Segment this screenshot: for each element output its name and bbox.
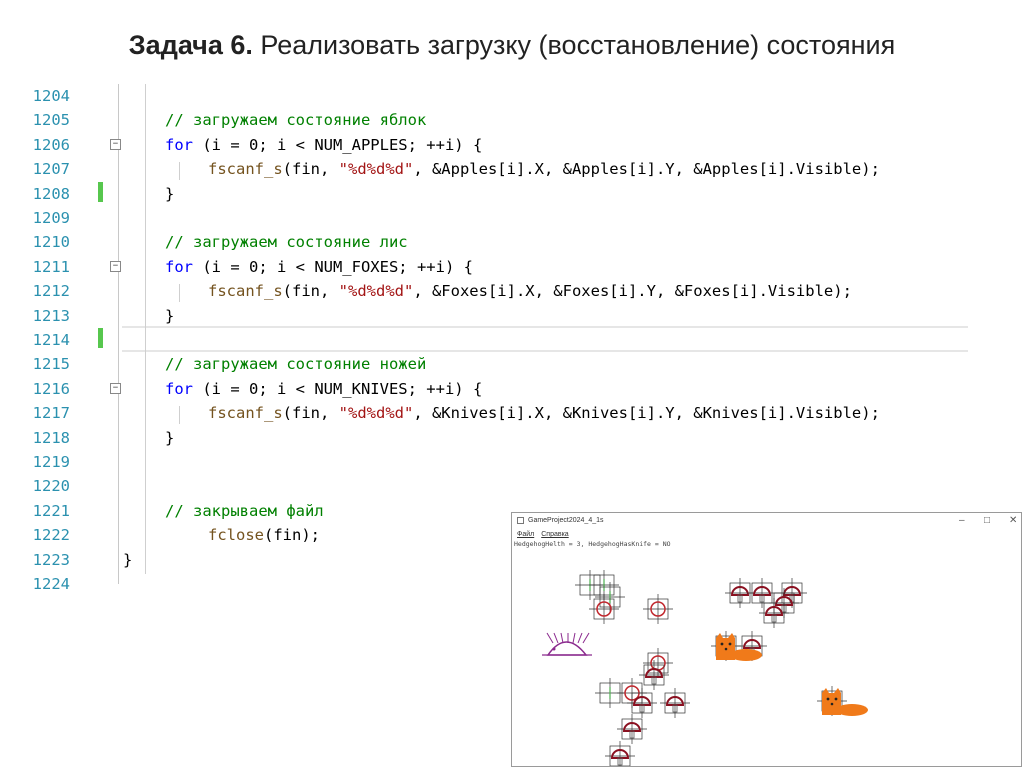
line-number: 1214 <box>32 331 70 349</box>
game-window[interactable]: GameProject2024_4_1s – □ ✕ Файл Справка H… <box>511 512 1022 767</box>
code-text: } <box>165 184 175 203</box>
line-number: 1223 <box>32 550 70 569</box>
hedgehog-spike-icon <box>577 632 583 644</box>
code-line[interactable]: 1214 <box>22 328 972 352</box>
code-text: } <box>165 428 175 447</box>
line-number: 1220 <box>32 477 70 496</box>
line-number: 1221 <box>32 501 70 520</box>
line-number: 1211 <box>32 257 70 276</box>
line-number: 1218 <box>32 428 70 447</box>
fox-eye-icon <box>834 697 838 701</box>
knife-sprite <box>759 598 789 628</box>
code-line[interactable]: 1218} <box>22 426 972 450</box>
code-text: fscanf_s(fin, "%d%d%d", &Apples[i].X, &A… <box>208 160 880 179</box>
code-line[interactable]: 1209 <box>22 206 972 230</box>
line-number: 1206 <box>32 135 70 154</box>
line-number: 1217 <box>32 404 70 423</box>
hedgehog-eye-icon <box>552 647 556 651</box>
slide-title: Задача 6. Реализовать загрузку (восстано… <box>0 30 1024 61</box>
code-line[interactable]: 1219 <box>22 450 972 474</box>
line-number: 1219 <box>32 453 70 471</box>
game-canvas[interactable] <box>512 513 1022 767</box>
code-text: fclose(fin); <box>208 526 320 545</box>
fox-ear-icon <box>834 688 841 693</box>
line-number: 1222 <box>32 526 70 545</box>
line-number: 1207 <box>32 160 70 179</box>
code-line[interactable]: 1213} <box>22 304 972 328</box>
code-line[interactable]: 1207 fscanf_s(fin, "%d%d%d", &Apples[i].X… <box>22 157 972 181</box>
fox-ear-icon <box>716 633 723 638</box>
code-line[interactable]: 1210 // загружаем состояние лис <box>22 230 972 254</box>
line-number: 1213 <box>32 306 70 325</box>
code-text: } <box>123 550 133 569</box>
knife-sprite <box>627 688 657 718</box>
hedgehog-spike-icon <box>560 632 564 644</box>
hedgehog-spike-icon <box>582 632 590 644</box>
fox-nose-icon <box>830 702 834 706</box>
line-number: 1205 <box>32 111 70 130</box>
hedgehog-spike-icon <box>553 632 559 644</box>
code-line[interactable]: 1220 <box>22 474 972 498</box>
code-line[interactable]: 1211 for (i = 0; i < NUM_FOXES; ++i) { <box>22 255 972 279</box>
code-line[interactable]: 1206 for (i = 0; i < NUM_APPLES; ++i) { <box>22 133 972 157</box>
apple-sprite <box>643 594 673 624</box>
code-text: // загружаем состояние яблок <box>165 111 427 130</box>
fox-ear-icon <box>822 688 829 693</box>
code-text: fscanf_s(fin, "%d%d%d", &Foxes[i].X, &Fo… <box>208 282 852 301</box>
code-text: // закрываем файл <box>165 501 324 520</box>
knife-sprite <box>605 741 635 766</box>
line-number: 1216 <box>32 379 70 398</box>
hedgehog-sprite <box>542 632 592 656</box>
hedgehog-spike-icon <box>572 632 576 644</box>
line-number: 1208 <box>32 184 70 203</box>
code-text: fscanf_s(fin, "%d%d%d", &Knives[i].X, &K… <box>208 404 880 423</box>
line-number: 1212 <box>32 282 70 301</box>
line-number: 1209 <box>32 209 70 227</box>
knife-sprite <box>617 714 647 744</box>
code-text: // загружаем состояние ножей <box>165 355 427 374</box>
code-text: for (i = 0; i < NUM_KNIVES; ++i) { <box>165 379 483 398</box>
code-line[interactable]: 1208} <box>22 182 972 206</box>
code-line[interactable]: 1212 fscanf_s(fin, "%d%d%d", &Foxes[i].X,… <box>22 279 972 303</box>
code-text: // загружаем состояние лис <box>165 233 408 252</box>
code-line[interactable]: 1216 for (i = 0; i < NUM_KNIVES; ++i) { <box>22 377 972 401</box>
code-line[interactable]: 1217 fscanf_s(fin, "%d%d%d", &Knives[i].X… <box>22 401 972 425</box>
task-description: Реализовать загрузку (восстановление) со… <box>252 30 896 60</box>
fox-nose-icon <box>724 647 728 651</box>
fox-sprite <box>817 686 868 716</box>
line-number: 1224 <box>32 575 70 593</box>
task-number: Задача 6. <box>128 30 253 60</box>
knife-sprite <box>660 688 690 718</box>
code-text: } <box>165 306 175 325</box>
fox-eye-icon <box>720 642 724 646</box>
code-text: for (i = 0; i < NUM_APPLES; ++i) { <box>165 135 483 154</box>
apple-sprite <box>589 594 619 624</box>
code-line[interactable]: 1215 // загружаем состояние ножей <box>22 352 972 376</box>
line-number: 1210 <box>32 233 70 252</box>
fox-ear-icon <box>728 633 735 638</box>
line-number: 1204 <box>32 87 70 105</box>
code-line[interactable]: 1204 <box>22 84 972 108</box>
fox-eye-icon <box>728 642 732 646</box>
knife-sprite <box>747 578 777 608</box>
fox-eye-icon <box>826 697 830 701</box>
line-number: 1215 <box>32 355 70 374</box>
hedgehog-spike-icon <box>546 632 554 644</box>
empty-sprite-box <box>595 582 625 612</box>
code-text: for (i = 0; i < NUM_FOXES; ++i) { <box>165 257 473 276</box>
code-line[interactable]: 1205 // загружаем состояние яблок <box>22 108 972 132</box>
